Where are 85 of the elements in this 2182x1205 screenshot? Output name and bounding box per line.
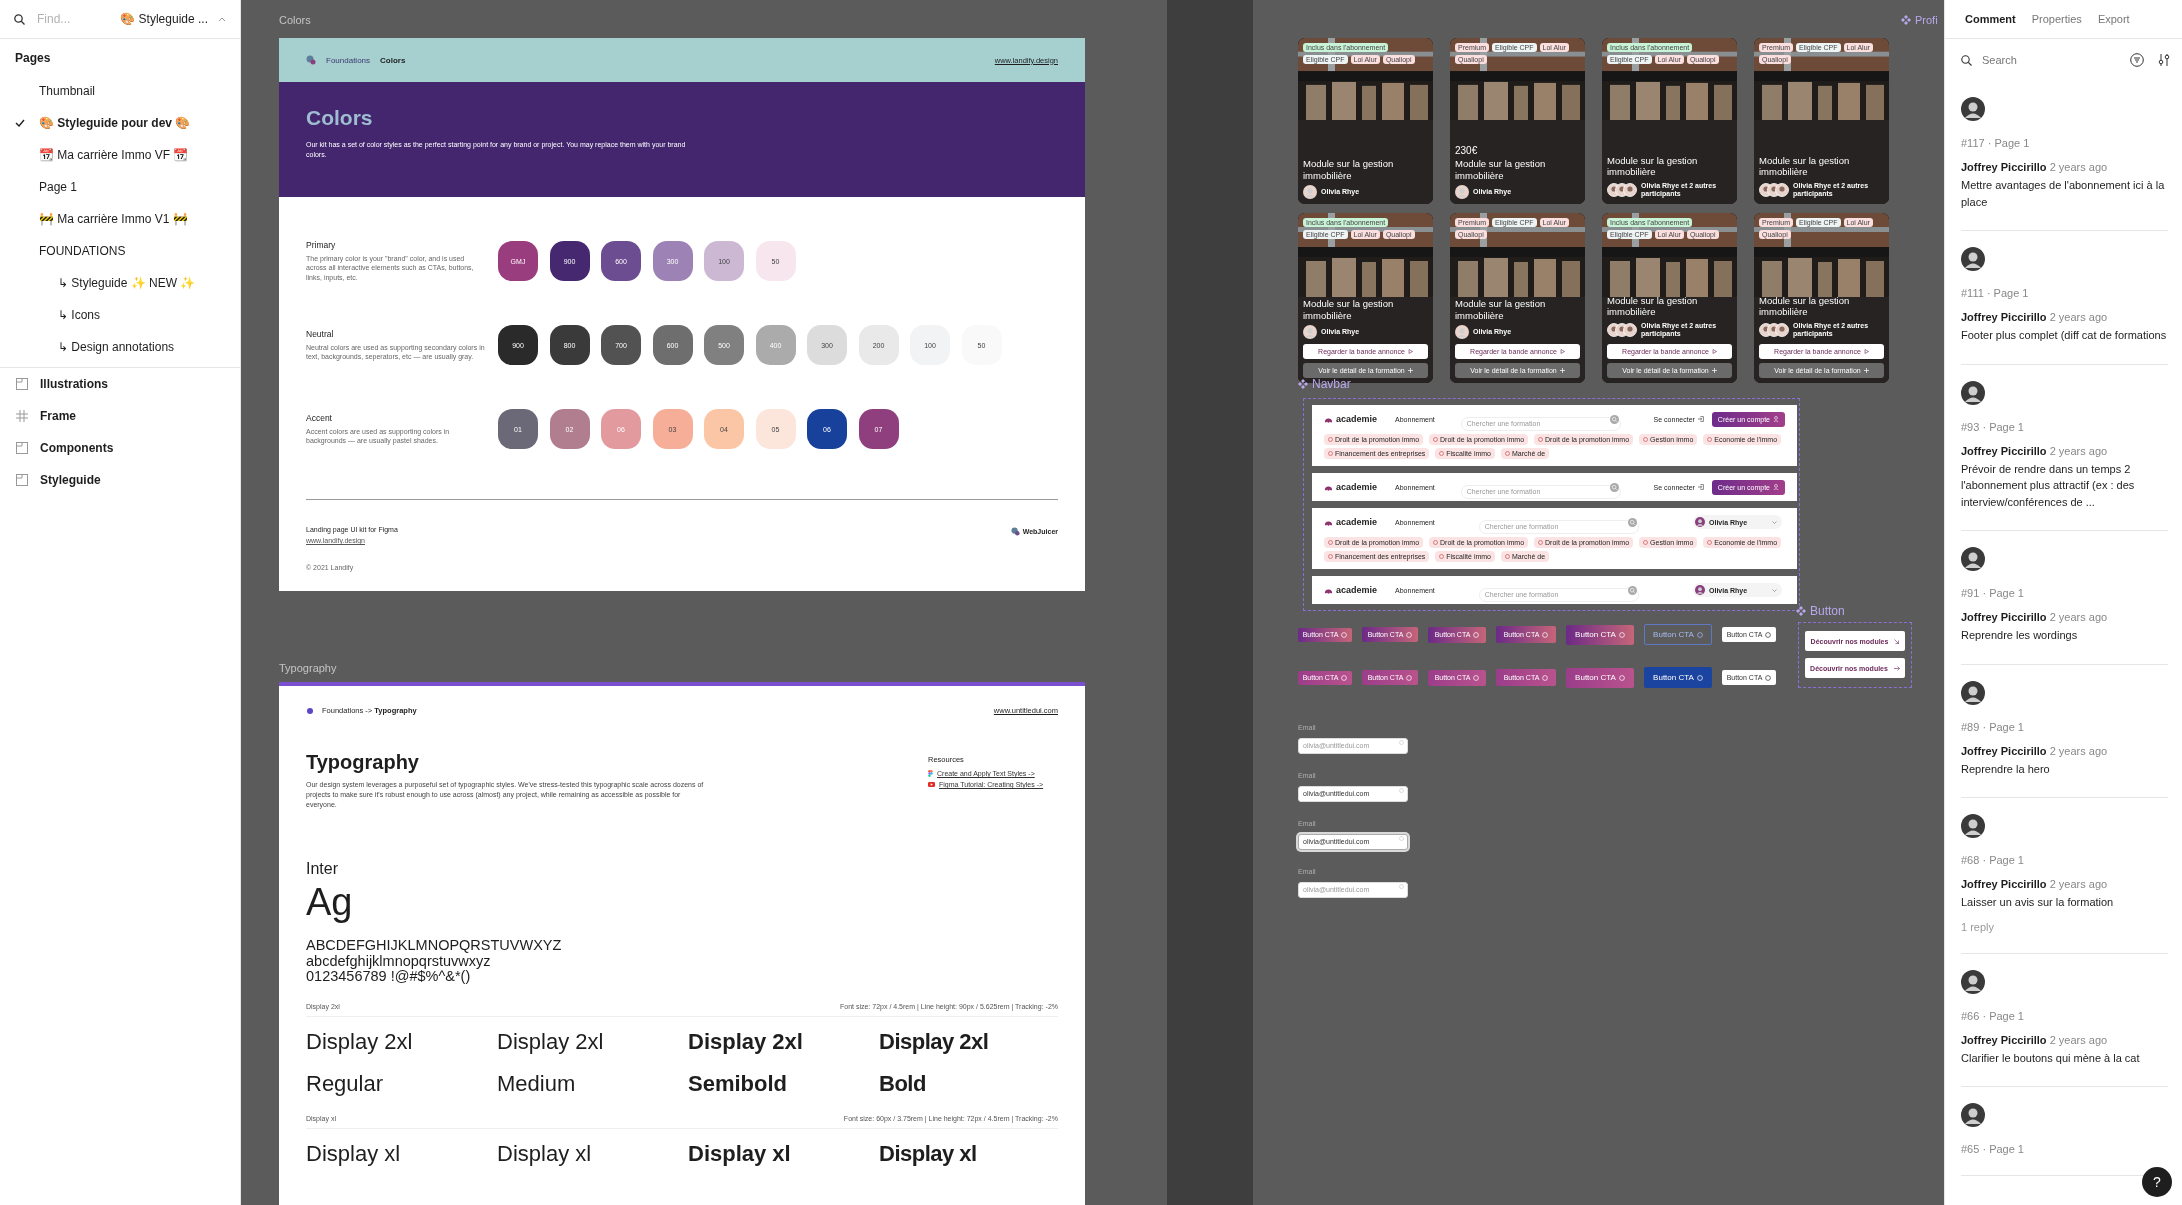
cta-button[interactable]: Button CTA: [1644, 667, 1712, 688]
glyph-line: abcdefghijklmnopqrstuvwxyz: [306, 953, 491, 969]
help-button[interactable]: ?: [2142, 1167, 2172, 1197]
comment-reference: #66 · Page 1: [1961, 1009, 2025, 1022]
page-item[interactable]: ↳ Icons: [0, 299, 240, 331]
page-item[interactable]: 🎨 Styleguide pour dev 🎨: [0, 107, 240, 139]
search-field[interactable]: Find...: [35, 11, 109, 27]
weight-sample: Bold: [879, 1070, 927, 1097]
comment-text: Mettre avantages de l'abonnement ici à la place: [1961, 178, 2166, 210]
comment-reference: #68 · Page 1: [1961, 854, 2025, 866]
cta-button[interactable]: Button CTA: [1644, 624, 1712, 645]
course-title: Module sur la gestion immobilière: [1455, 298, 1547, 321]
frame-title: Colors: [306, 106, 374, 130]
type-sample: Display xl: [879, 1140, 978, 1167]
comment-text: Reprendre la hero: [1961, 761, 2051, 777]
frame-label[interactable]: Typography: [279, 662, 337, 674]
type-sample: Display 2xl: [688, 1028, 804, 1055]
comment-reference: #111 · Page 1: [1961, 287, 2030, 299]
group-name: Neutral: [306, 328, 335, 339]
comment-author: Joffrey Piccirillo 2 years ago: [1961, 611, 2109, 623]
comment-author: Joffrey Piccirillo 2 years ago: [1961, 311, 2109, 323]
glyph-line: ABCDEFGHIJKLMNOPQRSTUVWXYZ: [306, 938, 563, 954]
weight-sample: Semibold: [688, 1070, 788, 1097]
type-sample: Display xl: [688, 1140, 792, 1167]
comment-author: Joffrey Piccirillo 2 years ago: [1961, 744, 2109, 757]
comment-reference: #91 · Page 1: [1961, 587, 2025, 599]
layer-item[interactable]: Styleguide: [0, 464, 240, 496]
weight-sample: Regular: [306, 1070, 385, 1097]
group-name: Accent: [306, 412, 333, 423]
font-name: Inter: [305, 859, 339, 879]
comment-reference: #89 · Page 1: [1961, 720, 2025, 733]
page-item[interactable]: 📆 Ma carrière Immo VF 📆: [0, 139, 240, 171]
comment-text: Footer plus complet (diff cat de formations: [1961, 328, 2168, 343]
comment-reference: #93 · Page 1: [1961, 420, 2025, 433]
panel-tab[interactable]: Comment: [1957, 13, 2024, 25]
course-title: Module sur la gestion immobilière: [1303, 298, 1395, 321]
layer-item[interactable]: Illustrations: [0, 368, 240, 400]
comment-reference: #65 · Page 1: [1961, 1143, 2025, 1155]
logo-text: academie: [1336, 414, 1378, 424]
page-item[interactable]: 🚧 Ma carrière Immo V1 🚧: [0, 203, 240, 235]
page-item[interactable]: Thumbnail: [0, 75, 240, 107]
comment-author: Joffrey Piccirillo 2 years ago: [1961, 1033, 2109, 1046]
comment-author: Joffrey Piccirillo 2 years ago: [1961, 161, 2109, 173]
frame-label[interactable]: Colors: [279, 14, 311, 26]
comment-text: Clarifier le boutons qui mène à la cat: [1961, 1050, 2141, 1066]
logo-text: academie: [1336, 517, 1378, 527]
price: 230€: [1455, 145, 1479, 157]
course-title: Module sur la gestion immobilière: [1607, 154, 1699, 178]
type-sample: Display 2xl: [497, 1028, 605, 1055]
cta-button[interactable]: Button CTA: [1566, 624, 1634, 645]
cta-button[interactable]: Button CTA: [1566, 667, 1634, 688]
logo-text: academie: [1336, 585, 1378, 595]
font-specimen: Ag: [305, 880, 354, 926]
breadcrumb-current: Colors: [380, 55, 406, 65]
course-title: Module sur la gestion immobilière: [1759, 154, 1851, 178]
panel-tab[interactable]: Properties: [2023, 13, 2090, 25]
comment-reference: #117 · Page 1: [1961, 137, 2031, 149]
course-title: Module sur la gestion immobilière: [1303, 158, 1395, 181]
comment-text: Prévoir de rendre dans un temps 2 l'abonnement plus attractif (ex : des interview/conférences de ...: [1961, 461, 2136, 510]
type-sample: Display xl: [497, 1140, 593, 1167]
comment-text: Reprendre les wordings: [1961, 628, 2079, 643]
file-name[interactable]: 🎨 Styleguide ...: [120, 12, 208, 26]
comment-author: Joffrey Piccirillo 2 years ago: [1961, 878, 2109, 890]
type-sample: Display 2xl: [879, 1028, 990, 1055]
panel-tab[interactable]: Export: [2089, 13, 2138, 25]
frame-title: Typography: [306, 751, 420, 774]
logo-text: academie: [1336, 482, 1378, 492]
course-title: Module sur la gestion immobilière: [1607, 294, 1699, 318]
type-sample: Display 2xl: [306, 1028, 414, 1055]
glyph-line: 0123456789 !@#$%^&*(): [306, 969, 471, 985]
pages-heading: Pages: [14, 50, 52, 67]
weight-sample: Medium: [497, 1070, 577, 1097]
page-item[interactable]: FOUNDATIONS: [0, 235, 240, 267]
page-item[interactable]: Page 1: [0, 171, 240, 203]
layer-item[interactable]: Frame: [0, 400, 240, 432]
page-item[interactable]: ↳ Design annotations: [0, 331, 240, 363]
type-sample: Display xl: [306, 1140, 402, 1167]
page-item[interactable]: ↳ Styleguide ✨ NEW ✨: [0, 267, 240, 299]
comment-text: Laisser un avis sur la formation: [1961, 895, 2115, 910]
comment-author: Joffrey Piccirillo 2 years ago: [1961, 444, 2109, 457]
course-title: Module sur la gestion immobilière: [1759, 294, 1851, 318]
breadcrumb-link[interactable]: Foundations: [326, 55, 371, 65]
course-title: Module sur la gestion immobilière: [1455, 158, 1547, 181]
group-name: Primary: [306, 239, 337, 250]
layer-item[interactable]: Components: [0, 432, 240, 464]
